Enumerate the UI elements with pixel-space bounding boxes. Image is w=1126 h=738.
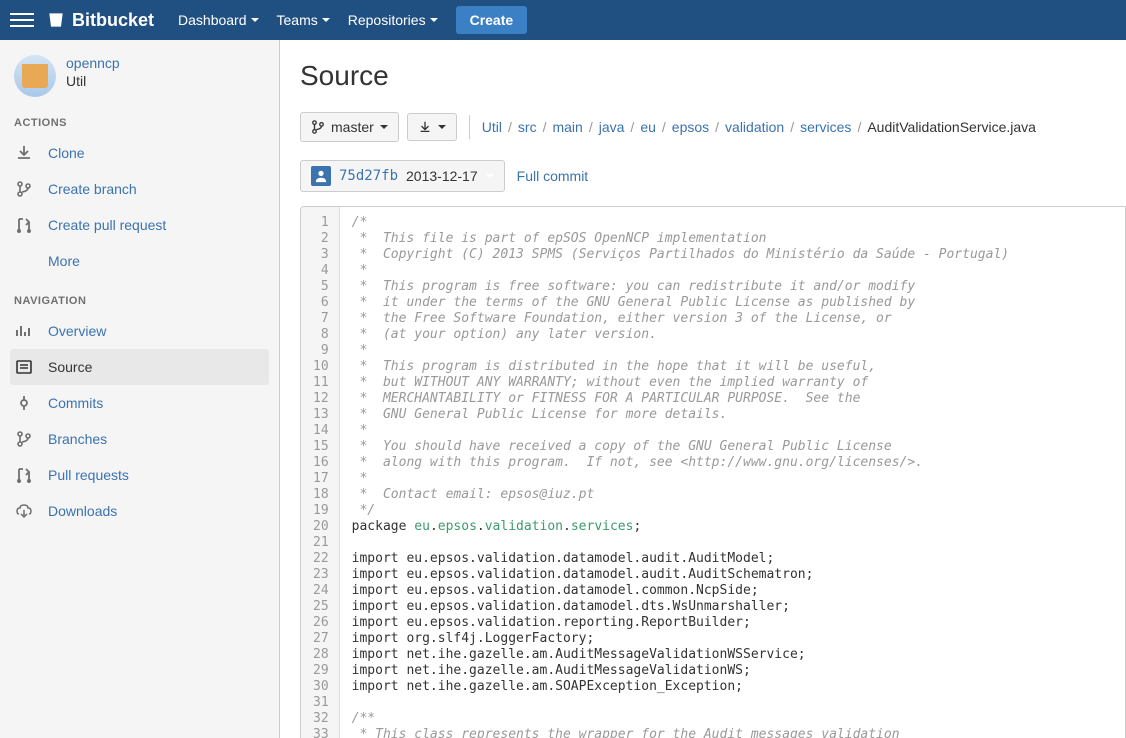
sidebar: openncp Util ACTIONS Clone Create branch C… [0,40,280,738]
breadcrumb-separator: / [715,119,719,135]
nav-item-teams[interactable]: Teams [277,12,330,28]
nav-item-repositories[interactable]: Repositories [348,12,438,28]
page-title: Source [300,60,1126,92]
create-button[interactable]: Create [456,6,528,34]
breadcrumb-separator: / [589,119,593,135]
blank-icon [14,251,34,271]
side-item-label: Overview [48,323,106,339]
action-clone[interactable]: Clone [10,135,269,171]
code-view: 1234567891011121314151617181920212223242… [300,206,1126,738]
chevron-down-icon [438,125,446,129]
nav-pull-requests[interactable]: Pull requests [10,457,269,493]
pr-icon [14,215,34,235]
chevron-down-icon [430,18,438,22]
side-item-label: Downloads [48,503,117,519]
side-item-label: More [48,253,80,269]
chevron-down-icon [251,18,259,22]
nav-overview[interactable]: Overview [10,313,269,349]
action-create-pull-request[interactable]: Create pull request [10,207,269,243]
nav-branches[interactable]: Branches [10,421,269,457]
action-create-branch[interactable]: Create branch [10,171,269,207]
breadcrumb: Util / src / main / java / eu / epsos / validation / s… [482,119,1036,135]
full-commit-link[interactable]: Full commit [517,168,589,184]
commits-icon [14,393,34,413]
repo-sub: Util [66,73,120,89]
chevron-down-icon [322,18,330,22]
brand-logo[interactable]: Bitbucket [46,10,154,31]
commit-bar: 75d27fb 2013-12-17 Full commit [300,160,1126,192]
line-gutter: 1234567891011121314151617181920212223242… [301,207,340,738]
download-button[interactable] [407,113,457,141]
breadcrumb-link[interactable]: eu [640,119,656,135]
menu-icon[interactable] [10,8,34,32]
breadcrumb-separator: / [508,119,512,135]
breadcrumb-link[interactable]: java [599,119,625,135]
brand-text: Bitbucket [72,10,154,31]
commit-selector[interactable]: 75d27fb 2013-12-17 [300,160,505,192]
chevron-down-icon [380,125,388,129]
breadcrumb-link[interactable]: epsos [672,119,709,135]
branch-name: master [331,119,374,135]
breadcrumb-current: AuditValidationService.java [867,119,1036,135]
breadcrumb-link[interactable]: Util [482,119,502,135]
side-item-label: Commits [48,395,103,411]
side-item-label: Create pull request [48,217,166,233]
download-icon [418,120,432,134]
side-item-label: Create branch [48,181,137,197]
branches-icon [14,429,34,449]
side-item-label: Source [48,359,92,375]
breadcrumb-separator: / [662,119,666,135]
side-item-label: Clone [48,145,85,161]
repo-avatar[interactable] [14,55,56,97]
user-avatar-icon [311,166,331,186]
breadcrumb-separator: / [630,119,634,135]
chevron-down-icon [486,174,494,178]
commit-hash: 75d27fb [339,168,398,184]
toolbar: master Util / src / main / java / eu / epsos / valid… [300,112,1126,142]
actions-label: ACTIONS [14,117,269,129]
repo-name-link[interactable]: openncp [66,55,120,71]
nav-downloads[interactable]: Downloads [10,493,269,529]
branch-icon [311,120,325,134]
nav-commits[interactable]: Commits [10,385,269,421]
navigation-label: NAVIGATION [14,295,269,307]
code-content[interactable]: /* * This file is part of epSOS OpenNCP … [340,207,1125,738]
pr-icon [14,465,34,485]
side-item-label: Branches [48,431,107,447]
download-icon [14,143,34,163]
breadcrumb-link[interactable]: validation [725,119,784,135]
main-content: Source master Util / src / main / java / eu / epso… [280,40,1126,738]
side-item-label: Pull requests [48,467,129,483]
breadcrumb-separator: / [857,119,861,135]
breadcrumb-separator: / [790,119,794,135]
repo-header: openncp Util [10,55,269,97]
branch-icon [14,179,34,199]
top-nav: Bitbucket Dashboard Teams Repositories C… [0,0,1126,40]
overview-icon [14,321,34,341]
downloads-icon [14,501,34,521]
nav-source[interactable]: Source [10,349,269,385]
breadcrumb-separator: / [543,119,547,135]
source-icon [14,357,34,377]
breadcrumb-link[interactable]: services [800,119,851,135]
divider [469,115,470,139]
branch-selector[interactable]: master [300,112,399,142]
breadcrumb-link[interactable]: src [518,119,537,135]
nav-item-dashboard[interactable]: Dashboard [178,12,259,28]
breadcrumb-link[interactable]: main [552,119,582,135]
action-more[interactable]: More [10,243,269,279]
commit-date: 2013-12-17 [406,168,478,184]
